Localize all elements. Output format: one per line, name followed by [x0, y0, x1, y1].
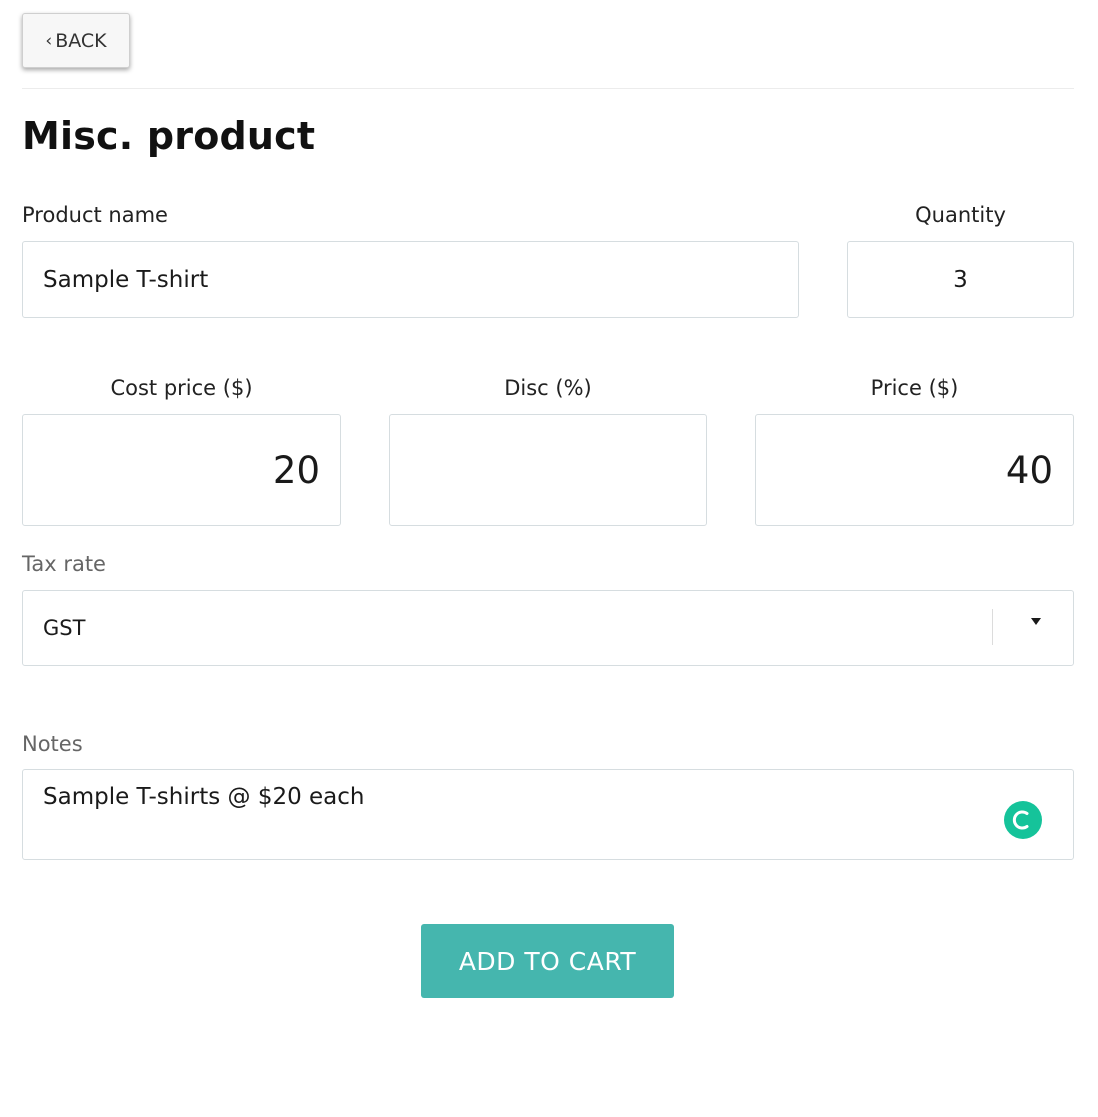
cost-price-value: 20: [272, 448, 320, 492]
discount-label: Disc (%): [504, 376, 592, 400]
tax-rate-label: Tax rate: [22, 552, 106, 576]
cost-price-input[interactable]: 20: [22, 414, 341, 526]
page-title: Misc. product: [22, 114, 316, 158]
chevron-left-icon: ‹: [45, 30, 53, 51]
select-separator: [992, 609, 993, 645]
price-value: 40: [1005, 448, 1053, 492]
quantity-input[interactable]: 3: [847, 241, 1074, 318]
notes-label: Notes: [22, 732, 83, 756]
misc-product-page: ‹ BACK Misc. product Product name Sample…: [0, 0, 1098, 1117]
cost-price-label: Cost price ($): [110, 376, 253, 400]
discount-input[interactable]: [389, 414, 707, 526]
add-to-cart-button[interactable]: ADD TO CART: [421, 924, 674, 998]
back-button[interactable]: ‹ BACK: [22, 13, 130, 68]
quantity-value: 3: [953, 266, 968, 293]
price-label: Price ($): [870, 376, 959, 400]
add-to-cart-label: ADD TO CART: [458, 946, 637, 976]
tax-rate-value: GST: [43, 616, 86, 640]
product-name-value: Sample T-shirt: [43, 266, 209, 293]
dropdown-arrow-icon[interactable]: [1031, 618, 1041, 625]
back-button-label: BACK: [55, 29, 107, 52]
notes-value: Sample T-shirts @ $20 each: [43, 784, 365, 810]
tax-rate-select[interactable]: GST: [22, 590, 1074, 666]
price-input[interactable]: 40: [755, 414, 1074, 526]
product-name-label: Product name: [22, 203, 168, 227]
header-divider: [22, 88, 1074, 89]
grammar-check-icon[interactable]: [1004, 801, 1042, 839]
notes-textarea[interactable]: Sample T-shirts @ $20 each: [22, 769, 1074, 860]
product-name-input[interactable]: Sample T-shirt: [22, 241, 799, 318]
quantity-label: Quantity: [915, 203, 1006, 227]
